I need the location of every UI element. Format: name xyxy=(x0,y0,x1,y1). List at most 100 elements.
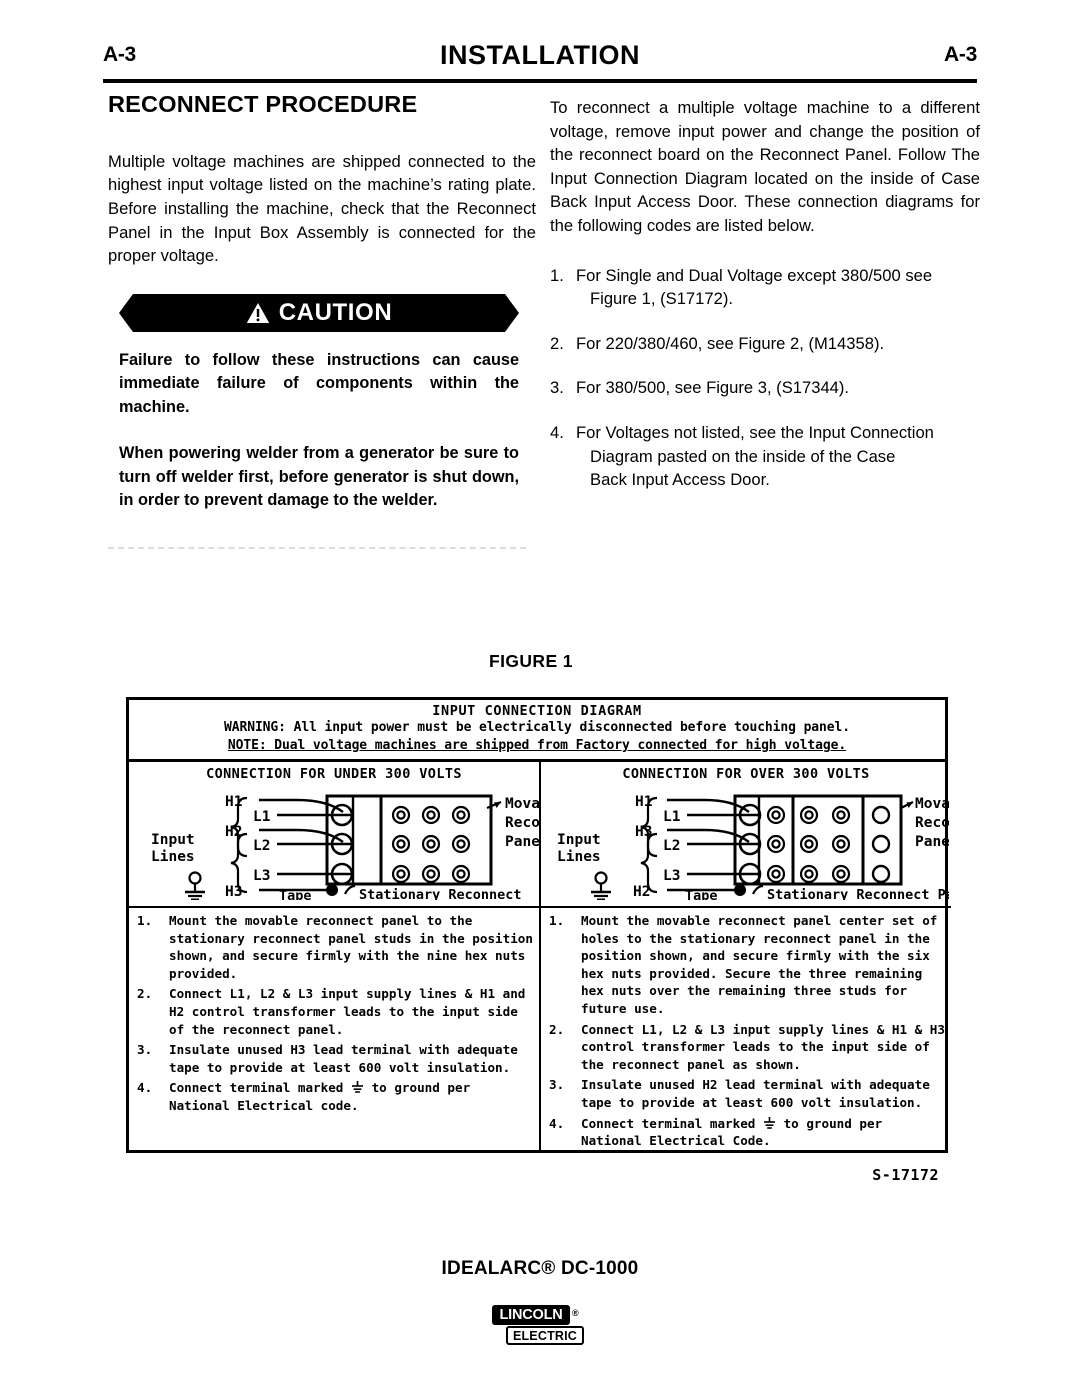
svg-text:Movable: Movable xyxy=(505,796,539,812)
list-item-text: Mount the movable reconnect panel to the… xyxy=(169,913,533,981)
figure-caption: FIGURE 1 xyxy=(489,651,573,671)
panel-artwork-under-300v: Input Lines L1 L2 L3 H1 H2 H3 Tape Movab… xyxy=(129,782,539,900)
left-intro-paragraph: Multiple voltage machines are shipped co… xyxy=(108,151,536,266)
list-item-text: Connect terminal marked xyxy=(581,1115,756,1131)
caution-paragraph-1: Failure to follow these instructions can… xyxy=(119,350,519,416)
list-item-number: 4. xyxy=(137,1080,153,1096)
svg-text:L3: L3 xyxy=(663,868,680,884)
list-item-number: 2. xyxy=(550,333,564,353)
list-item-number: 4. xyxy=(550,422,564,442)
list-item: 4. For Voltages not listed, see the Inpu… xyxy=(550,421,980,492)
diagram-panel-over-300v: CONNECTION FOR OVER 300 VOLTS Input Line… xyxy=(541,762,951,1150)
svg-text:Panel: Panel xyxy=(915,834,949,850)
logo-registered-mark: ® xyxy=(572,1308,579,1318)
panel-steps-under-300v: 1. Mount the movable reconnect panel to … xyxy=(135,912,535,1118)
list-item-text: Insulate unused H2 lead terminal with ad… xyxy=(581,1077,930,1110)
tape-dot-icon xyxy=(734,884,746,896)
section-divider xyxy=(108,546,526,549)
diagram-panel-under-300v: CONNECTION FOR UNDER 300 VOLTS Input Lin… xyxy=(129,762,539,1150)
list-item: 2. Connect L1, L2 & L3 input supply line… xyxy=(135,985,535,1038)
page-folio-right: A-3 xyxy=(944,43,977,66)
svg-text:Tape: Tape xyxy=(279,888,312,900)
list-item-number: 3. xyxy=(550,378,564,398)
panel-subtitle: CONNECTION FOR OVER 300 VOLTS xyxy=(622,766,870,782)
svg-text:Lines: Lines xyxy=(151,849,195,865)
list-item: 2. For 220/380/460, see Figure 2, (M1435… xyxy=(550,332,980,356)
list-item-text: For Single and Dual Voltage except 380/5… xyxy=(576,265,933,285)
reconnect-panel-schematic: Input Lines L1 L2 L3 H1 H2 H3 Tape Movab… xyxy=(151,794,539,900)
diagram-note-text: Dual voltage machines are shipped from F… xyxy=(274,738,847,753)
svg-text:H1: H1 xyxy=(635,794,653,810)
diagram-title: INPUT CONNECTION DIAGRAM xyxy=(432,703,642,719)
svg-text:H2: H2 xyxy=(225,824,242,840)
ground-symbol-icon xyxy=(351,1081,363,1094)
left-column: RECONNECT PROCEDURE Multiple voltage mac… xyxy=(108,91,536,549)
svg-text:Panel: Panel xyxy=(505,834,539,850)
diagram-horizontal-divider-left xyxy=(129,906,539,908)
reconnect-panel-schematic: Input Lines L1 L2 L3 H1 H3 H2 Tape Movab… xyxy=(557,794,949,900)
list-item-text: Connect L1, L2 & L3 input supply lines &… xyxy=(169,986,526,1037)
ground-symbol-icon xyxy=(763,1116,775,1129)
caution-label: CAUTION xyxy=(278,298,393,326)
svg-text:Tape: Tape xyxy=(685,888,718,900)
diagram-warning: WARNING: All input power must be electri… xyxy=(129,719,945,737)
list-item: 3. For 380/500, see Figure 3, (S17344). xyxy=(550,376,980,400)
list-item-text: Connect L1, L2 & L3 input supply lines &… xyxy=(581,1021,945,1072)
list-item-number: 1. xyxy=(549,913,565,928)
list-item-text: For 220/380/460, see Figure 2, (M14358). xyxy=(576,333,885,353)
list-item: 1. For Single and Dual Voltage except 38… xyxy=(550,264,980,311)
right-intro-paragraph: To reconnect a multiple voltage machine … xyxy=(550,98,980,235)
panel-subtitle: CONNECTION FOR UNDER 300 VOLTS xyxy=(206,766,462,782)
list-item: 3. Insulate unused H2 lead terminal with… xyxy=(547,1076,947,1111)
diagram-panels: CONNECTION FOR UNDER 300 VOLTS Input Lin… xyxy=(129,762,951,1150)
panel-steps-over-300v: 1. Mount the movable reconnect panel cen… xyxy=(547,912,947,1153)
list-item-number: 3. xyxy=(549,1077,565,1093)
list-item: 1. Mount the movable reconnect panel cen… xyxy=(547,912,947,1018)
list-item-text-3: Back Input Access Door. xyxy=(590,470,770,490)
right-column: To reconnect a multiple voltage machine … xyxy=(550,96,980,513)
svg-text:H3: H3 xyxy=(225,884,242,900)
list-item-text-2: Figure 1, (S17172). xyxy=(590,289,733,309)
banner-wedge-left xyxy=(119,293,133,332)
list-item-text: Mount the movable reconnect panel center… xyxy=(581,913,938,1016)
caution-banner-content: CAUTION xyxy=(246,299,393,327)
list-item: 2. Connect L1, L2 & L3 input supply line… xyxy=(547,1021,947,1074)
list-item-text: For Voltages not listed, see the Input C… xyxy=(576,422,934,442)
list-item-number: 1. xyxy=(550,265,564,285)
svg-text:L1: L1 xyxy=(663,809,681,825)
lincoln-electric-logo-icon: LINCOLN ® ELECTRIC xyxy=(492,1303,588,1349)
svg-text:Movable: Movable xyxy=(915,796,949,812)
list-item: 4. Connect terminal marked to ground per… xyxy=(135,1079,535,1114)
svg-text:Reconnect: Reconnect xyxy=(505,815,539,831)
diagram-horizontal-divider-right xyxy=(541,906,951,908)
footer-model-name: IDEALARC® DC-1000 xyxy=(441,1258,639,1279)
list-item-number: 3. xyxy=(137,1042,153,1058)
input-connection-diagram: INPUT CONNECTION DIAGRAM WARNING: All in… xyxy=(126,697,951,1184)
svg-text:H1: H1 xyxy=(225,794,243,810)
list-item-text: Connect terminal marked xyxy=(169,1080,344,1096)
logo-lincoln-text: LINCOLN xyxy=(492,1305,570,1325)
svg-text:L3: L3 xyxy=(253,868,270,884)
caution-block: CAUTION Failure to follow these instruct… xyxy=(119,293,519,513)
svg-text:H2: H2 xyxy=(633,884,650,900)
list-item-text-2: Diagram pasted on the inside of the Case xyxy=(590,446,896,466)
section-title: INSTALLATION xyxy=(440,40,640,70)
svg-text:L1: L1 xyxy=(253,809,271,825)
panel-artwork-over-300v: Input Lines L1 L2 L3 H1 H3 H2 Tape Movab… xyxy=(541,782,951,900)
diagram-header: INPUT CONNECTION DIAGRAM WARNING: All in… xyxy=(129,700,945,762)
list-item-number: 4. xyxy=(549,1115,565,1131)
caution-body: Failure to follow these instructions can… xyxy=(119,349,519,513)
list-item: 1. Mount the movable reconnect panel to … xyxy=(135,912,535,982)
diagram-note-label: NOTE: xyxy=(227,738,267,753)
list-item-text: Insulate unused H3 lead terminal with ad… xyxy=(169,1042,518,1075)
list-item: 3. Insulate unused H3 lead terminal with… xyxy=(135,1041,535,1076)
svg-text:Input: Input xyxy=(151,832,195,848)
diagram-warning-label: WARNING: xyxy=(224,720,286,735)
svg-text:Lines: Lines xyxy=(557,849,601,865)
warning-triangle-icon xyxy=(246,302,269,323)
logo-electric-text: ELECTRIC xyxy=(506,1326,584,1345)
svg-text:Input: Input xyxy=(557,832,601,848)
diagram-warning-text: All input power must be electrically dis… xyxy=(293,720,850,735)
svg-text:Stationary Reconnect: Stationary Reconnect xyxy=(359,887,522,900)
svg-text:L2: L2 xyxy=(253,838,270,854)
